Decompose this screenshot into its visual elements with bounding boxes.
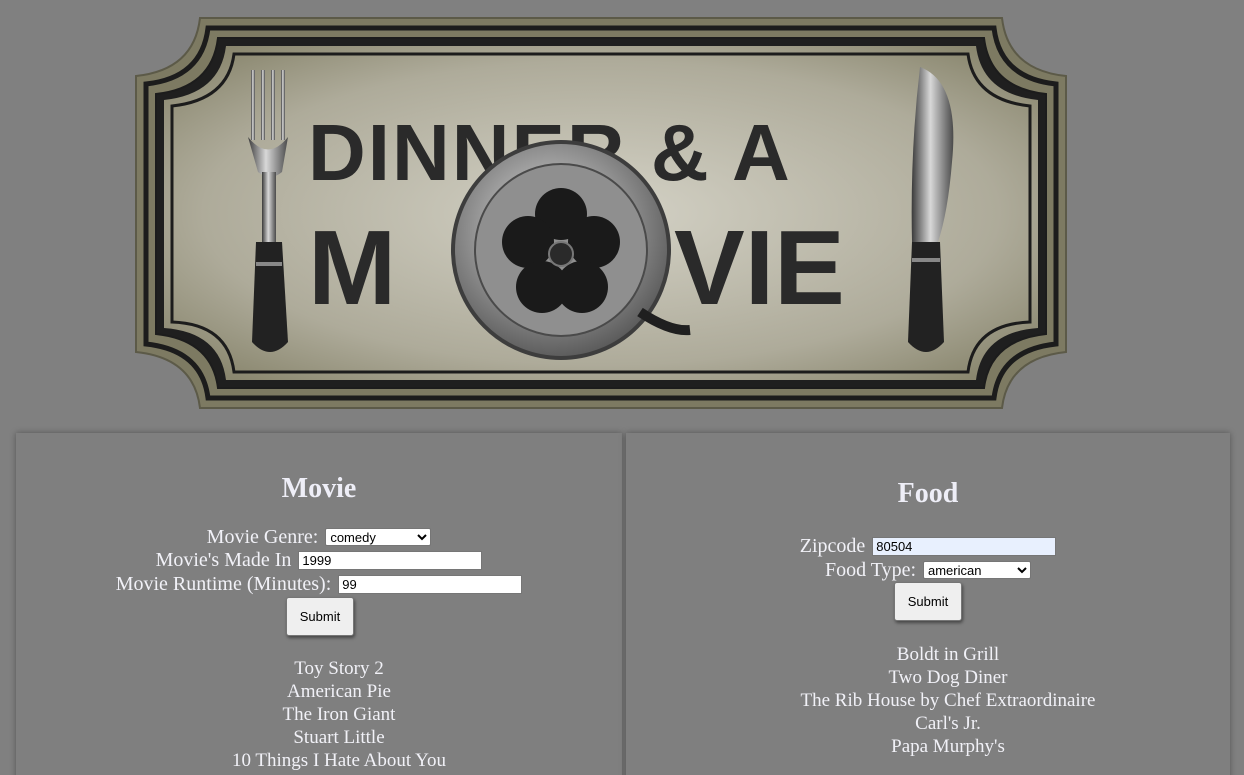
movie-result-item: Toy Story 2 xyxy=(294,658,384,679)
movie-genre-row: Movie Genre: comedy xyxy=(16,525,622,549)
movie-result-item: The Iron Giant xyxy=(282,704,396,725)
zipcode-input[interactable] xyxy=(872,536,1057,556)
movie-panel: Movie Movie Genre: comedy Movie's Made I… xyxy=(16,433,622,775)
movie-genre-select[interactable]: comedy xyxy=(325,528,432,547)
restaurant-result-item: Papa Murphy's xyxy=(891,736,1005,757)
food-zip-label: Zipcode xyxy=(799,534,866,557)
restaurant-result-item: Two Dog Diner xyxy=(888,667,1008,688)
movie-year-input[interactable] xyxy=(298,550,483,570)
food-heading: Food xyxy=(897,478,959,509)
food-submit-button[interactable]: Submit xyxy=(894,582,962,621)
food-type-row: Food Type: american xyxy=(626,558,1230,582)
logo-line-2-left: M xyxy=(308,209,396,327)
restaurant-result-item: The Rib House by Chef Extraordinaire xyxy=(800,690,1096,711)
movie-runtime-input[interactable] xyxy=(338,574,523,594)
food-type-select[interactable]: american xyxy=(923,561,1031,580)
movie-heading: Movie xyxy=(281,473,357,504)
food-zip-row: Zipcode xyxy=(626,534,1230,558)
logo-line-2-right: VIE xyxy=(674,209,845,327)
movie-result-item: Stuart Little xyxy=(293,727,385,748)
food-type-label: Food Type: xyxy=(824,558,916,581)
food-results-list: Boldt in Grill Two Dog Diner The Rib House… xyxy=(626,643,1230,758)
movie-result-item: American Pie xyxy=(287,681,391,702)
movie-result-item: 10 Things I Hate About You xyxy=(232,750,446,771)
movie-genre-label: Movie Genre: xyxy=(206,525,319,548)
dinner-and-a-movie-logo: DINNER & A M VIE xyxy=(130,12,1072,414)
movie-year-row: Movie's Made In xyxy=(16,548,622,572)
food-panel: Food Zipcode Food Type: american Submit … xyxy=(626,433,1230,775)
movie-runtime-row: Movie Runtime (Minutes): xyxy=(16,572,622,596)
restaurant-result-item: Carl's Jr. xyxy=(915,713,981,734)
movie-runtime-label: Movie Runtime (Minutes): xyxy=(115,572,332,595)
movie-results-list: Toy Story 2 American Pie The Iron Giant Stu… xyxy=(16,657,622,772)
movie-submit-button[interactable]: Submit xyxy=(286,597,354,636)
restaurant-result-item: Boldt in Grill xyxy=(896,644,1000,665)
movie-year-label: Movie's Made In xyxy=(155,548,292,571)
